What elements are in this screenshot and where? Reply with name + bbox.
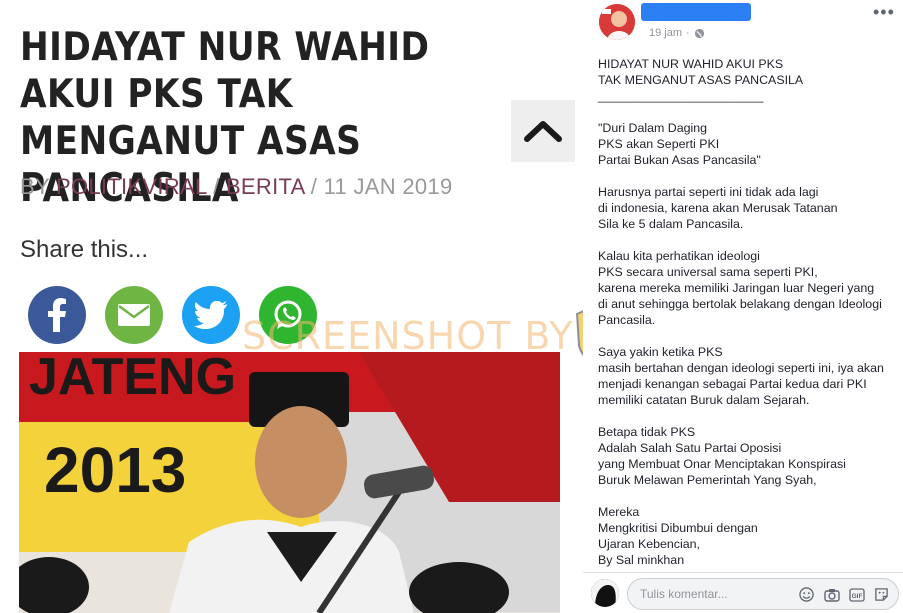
byline-separator: / [206, 174, 226, 199]
article-screenshot: HIDAYAT NUR WAHID AKUI PKS TAK MENGANUT … [0, 0, 583, 613]
post-options-button[interactable]: ••• [873, 2, 895, 23]
comment-tools: GIF [798, 586, 890, 603]
speaker-photo: JATENG 2013 [19, 352, 560, 613]
banner-year-text: 2013 [44, 434, 186, 506]
watermark-text: SCREENSHOT BY [242, 314, 574, 358]
author-link[interactable]: POLITIKVIRAL [56, 174, 207, 199]
share-label: Share this... [20, 236, 149, 263]
post-time-text: 19 jam [649, 27, 683, 39]
comment-placeholder: Tulis komentar... [640, 587, 728, 601]
share-twitter-button[interactable] [182, 286, 240, 344]
facebook-icon [48, 298, 66, 332]
post-body-text: HIDAYAT NUR WAHID AKUI PKS TAK MENGANUT … [598, 57, 884, 567]
email-icon [118, 304, 150, 326]
byline-prefix: BY [20, 174, 56, 199]
sticker-icon[interactable] [873, 586, 890, 603]
divider [583, 572, 903, 573]
svg-text:GIF: GIF [851, 593, 862, 600]
facebook-post: 19 jam · ••• HIDAYAT NUR WAHID AKUI PKS … [583, 0, 903, 613]
user-avatar-icon [591, 579, 619, 607]
profile-photo-icon [599, 4, 635, 40]
globe-icon [694, 28, 704, 38]
byline-separator: / [304, 174, 324, 199]
chevron-up-icon [524, 121, 562, 142]
article-byline: BY POLITIKVIRAL / BERITA / 11 JAN 2019 [20, 174, 453, 200]
article-photo: JATENG 2013 [19, 352, 560, 613]
scroll-to-top-button[interactable] [511, 100, 575, 162]
comment-input[interactable]: Tulis komentar... GIF [627, 578, 899, 610]
camera-icon[interactable] [823, 586, 840, 603]
category-link[interactable]: BERITA [226, 174, 304, 199]
banner-top-text: JATENG [29, 352, 236, 406]
redacted-author-name[interactable] [641, 3, 751, 21]
comment-avatar [591, 579, 619, 607]
emoji-icon[interactable] [798, 586, 815, 603]
gif-icon[interactable]: GIF [848, 586, 865, 603]
post-timestamp[interactable]: 19 jam · [649, 27, 705, 39]
article-date: 11 JAN 2019 [323, 174, 453, 199]
share-facebook-button[interactable] [28, 286, 86, 344]
avatar[interactable] [599, 4, 635, 40]
share-email-button[interactable] [105, 286, 163, 344]
twitter-icon [194, 301, 227, 329]
